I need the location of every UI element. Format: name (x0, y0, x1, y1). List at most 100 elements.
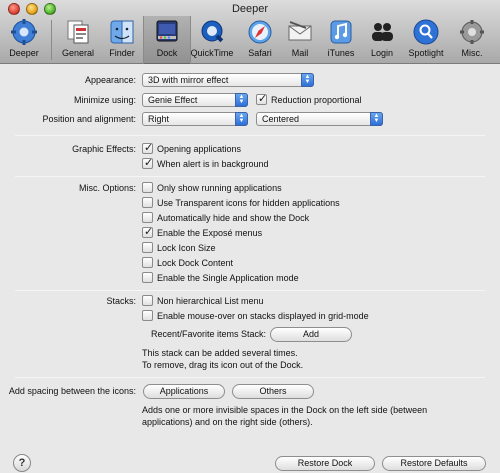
autohide-dock-checkbox[interactable]: Automatically hide and show the Dock (142, 212, 309, 223)
checkbox-box[interactable] (142, 182, 153, 193)
checkbox-label: Automatically hide and show the Dock (157, 212, 310, 223)
alignment-value: Centered (262, 114, 300, 124)
checkbox-label: When alert is in background (157, 158, 269, 169)
checkbox-box[interactable] (142, 295, 153, 306)
checkbox-box[interactable] (142, 156, 153, 169)
alignment-popup[interactable]: Centered ▲ ▼ (256, 112, 383, 126)
window-title: Deeper (231, 3, 269, 15)
checkbox-label: Use Transparent icons for hidden applica… (157, 197, 340, 208)
opening-applications-checkbox[interactable]: Opening applications (142, 141, 242, 154)
spacing-note-line1: Adds one or more invisible spaces in the… (142, 405, 428, 415)
checkbox-box[interactable] (256, 92, 267, 105)
lock-icon-size-checkbox[interactable]: Lock Icon Size (142, 242, 216, 253)
toolbar-label: Finder (109, 48, 135, 58)
checkbox-box[interactable] (142, 272, 153, 283)
checkbox-label: Enable the Single Application mode (157, 272, 299, 283)
lock-dock-content-checkbox[interactable]: Lock Dock Content (142, 257, 233, 268)
toolbar-item-general[interactable]: General (54, 16, 102, 64)
checkbox-label: Enable mouse-over on stacks displayed in… (157, 310, 369, 321)
minimize-value: Genie Effect (148, 95, 198, 105)
expose-menus-checkbox[interactable]: Enable the Exposé menus (142, 225, 263, 238)
itunes-icon (330, 20, 352, 44)
spacing-label: Add spacing between the icons: (8, 386, 136, 396)
alert-background-checkbox[interactable]: When alert is in background (142, 156, 269, 169)
toolbar-label: QuickTime (190, 48, 234, 58)
stacks-label: Stacks: (106, 296, 136, 306)
checkbox-box[interactable] (142, 242, 153, 253)
misc-options-label: Misc. Options: (78, 183, 136, 193)
only-running-apps-checkbox[interactable]: Only show running applications (142, 182, 282, 193)
checkbox-box[interactable] (142, 141, 153, 154)
minimize-popup[interactable]: Genie Effect ▲ ▼ (142, 93, 248, 107)
appearance-popup[interactable]: 3D with mirror effect ▲ ▼ (142, 73, 314, 87)
popup-arrows-icon: ▲ ▼ (301, 73, 314, 87)
section-divider (15, 135, 485, 136)
toolbar-label: Dock (156, 48, 178, 58)
stacks-note-line2: To remove, drag its icon out of the Dock… (142, 360, 304, 370)
general-icon (67, 20, 89, 44)
popup-arrows-icon: ▲ ▼ (235, 112, 248, 126)
login-icon (372, 23, 393, 41)
appearance-label: Appearance: (84, 75, 136, 85)
quicktime-icon (201, 20, 224, 43)
toolbar-item-misc[interactable]: Misc. (448, 16, 496, 64)
toolbar-label: Spotlight (408, 48, 444, 58)
checkbox-label: Lock Icon Size (157, 242, 216, 253)
position-popup[interactable]: Right ▲ ▼ (142, 112, 248, 126)
misc-icon (460, 20, 484, 44)
safari-icon (248, 20, 272, 44)
restore-dock-button[interactable]: Restore Dock (275, 456, 375, 471)
toolbar-item-spotlight[interactable]: Spotlight (402, 16, 450, 64)
checkbox-box[interactable] (142, 257, 153, 268)
popup-arrows-icon: ▲ ▼ (370, 112, 383, 126)
toolbar-label: Login (370, 48, 394, 58)
graphic-effects-label: Graphic Effects: (72, 144, 136, 154)
checkbox-label: Lock Dock Content (157, 257, 234, 268)
position-value: Right (148, 114, 170, 124)
applications-spacer-button[interactable]: Applications (143, 384, 225, 399)
toolbar-item-login[interactable]: Login (358, 16, 406, 64)
stacks-note-line1: This stack can be added several times. (142, 348, 298, 358)
single-app-mode-checkbox[interactable]: Enable the Single Application mode (142, 272, 299, 283)
mouse-over-stacks-checkbox[interactable]: Enable mouse-over on stacks displayed in… (142, 310, 369, 321)
popup-arrows-icon: ▲ ▼ (235, 93, 248, 107)
transparent-icons-checkbox[interactable]: Use Transparent icons for hidden applica… (142, 197, 340, 208)
toolbar-label: Misc. (461, 48, 483, 58)
appearance-value: 3D with mirror effect (148, 75, 229, 85)
gear-icon (11, 19, 37, 45)
toolbar-item-deeper[interactable]: Deeper (0, 16, 48, 64)
toolbar-label: General (61, 48, 95, 58)
checkbox-label: Opening applications (157, 143, 242, 154)
checkbox-label: Only show running applications (157, 182, 282, 193)
dock-preferences-pane: Appearance: 3D with mirror effect ▲ ▼ Min… (0, 65, 500, 473)
non-hierarchical-list-checkbox[interactable]: Non hierarchical List menu (142, 295, 264, 306)
spotlight-icon (413, 19, 439, 45)
reduction-proportional-checkbox[interactable]: Reduction proportional (256, 92, 362, 105)
reduction-proportional-label: Reduction proportional (271, 94, 362, 105)
spacing-note-line2: applications) and on the right side (oth… (142, 417, 313, 427)
help-button[interactable]: ? (13, 454, 31, 472)
finder-icon (110, 20, 134, 44)
section-divider (15, 377, 485, 378)
toolbar-item-quicktime[interactable]: QuickTime (188, 16, 236, 64)
position-label: Position and alignment: (42, 114, 136, 124)
others-spacer-button[interactable]: Others (232, 384, 314, 399)
checkbox-box[interactable] (142, 212, 153, 223)
checkbox-label: Non hierarchical List menu (157, 295, 264, 306)
checkbox-box[interactable] (142, 225, 153, 238)
section-divider (15, 290, 485, 291)
section-divider (15, 176, 485, 177)
checkbox-label: Enable the Exposé menus (157, 227, 263, 238)
preferences-window: Deeper Deeper General Finder Dock QuickT… (0, 0, 500, 473)
dock-icon (156, 20, 178, 42)
recent-favorite-stack-label: Recent/Favorite items Stack: (150, 329, 266, 339)
checkbox-box[interactable] (142, 310, 153, 321)
restore-defaults-button[interactable]: Restore Defaults (382, 456, 486, 471)
toolbar-item-dock[interactable]: Dock (143, 16, 191, 64)
toolbar-separator (51, 20, 52, 60)
toolbar-label: Deeper (9, 48, 39, 58)
checkbox-box[interactable] (142, 197, 153, 208)
toolbar-item-finder[interactable]: Finder (98, 16, 146, 64)
add-stack-button[interactable]: Add (270, 327, 352, 342)
toolbar: Deeper General Finder Dock QuickTime Saf… (0, 16, 500, 64)
